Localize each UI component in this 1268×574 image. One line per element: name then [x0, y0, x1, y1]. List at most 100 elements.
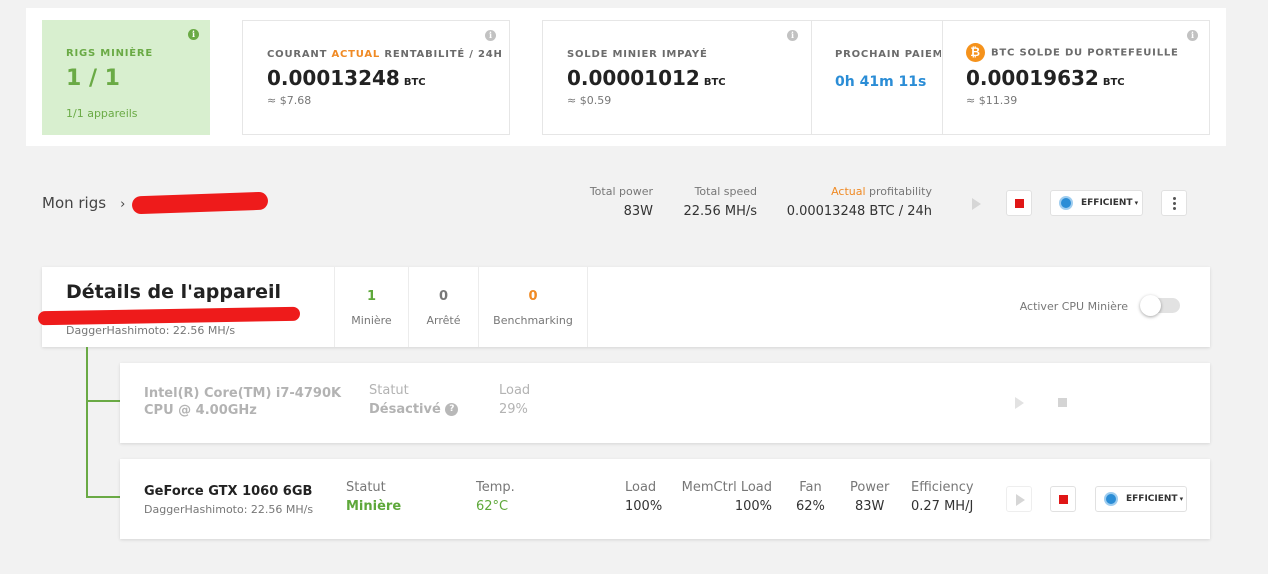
gpu-mode-select[interactable]: EFFICIENT ▾	[1095, 486, 1187, 512]
gpu-device-row: GeForce GTX 1060 6GB DaggerHashimoto: 22…	[120, 459, 1210, 539]
fan-label: Fan	[799, 480, 822, 495]
mining-label: Minière	[351, 314, 392, 327]
cpu-status: Statut Désactivé ?	[369, 383, 459, 417]
info-icon[interactable]: i	[1187, 30, 1198, 41]
status-value: Minière	[346, 499, 402, 514]
breadcrumb-my-rigs[interactable]: Mon rigs	[42, 194, 106, 212]
play-icon	[1016, 494, 1025, 506]
rigs-devices: 1/1 appareils	[66, 107, 138, 120]
device-name: Intel(R) Core(TM) i7-4790K CPU @ 4.00GHz	[144, 385, 341, 419]
memctrl-label: MemCtrl Load	[681, 480, 772, 495]
efficiency-value: 0.27 MH/J	[911, 499, 974, 514]
chevron-down-icon: ▾	[1179, 495, 1184, 503]
efficient-mode-icon	[1104, 492, 1118, 506]
wallet-value: 0.00019632	[966, 66, 1099, 90]
rig-start-button[interactable]	[962, 190, 988, 216]
wallet-usd: ≈ $11.39	[966, 94, 1018, 107]
temp-label: Temp.	[476, 480, 515, 495]
label-part: profitability	[865, 185, 932, 198]
rig-profitability: Actual profitability 0.00013248 BTC / 24…	[780, 185, 932, 219]
label-part: COURANT	[267, 49, 332, 60]
gpu-efficiency: Efficiency 0.27 MH/J	[911, 480, 974, 514]
label-actual: ACTUAL	[331, 49, 381, 60]
stats-bar: RIGS MINIÈRE 1 / 1 1/1 appareils i COURA…	[26, 8, 1226, 146]
play-icon	[1015, 397, 1024, 409]
total-power-value: 83W	[623, 204, 653, 219]
divider	[942, 21, 943, 134]
next-payout-label: PROCHAIN PAIEMENT	[835, 49, 941, 60]
wallet-label: BTC SOLDE DU PORTEFEUILLE	[991, 47, 1179, 59]
gpu-temp: Temp. 62°C	[476, 480, 515, 514]
page-title: Détails de l'appareil	[66, 281, 282, 303]
mining-count: 1	[366, 289, 377, 304]
stopped-count-col: 0 Arrêté	[408, 267, 478, 347]
cpu-device-row: Intel(R) Core(TM) i7-4790K CPU @ 4.00GHz …	[120, 363, 1210, 443]
stopped-count: 0	[438, 289, 449, 304]
label-actual: Actual	[831, 185, 866, 198]
load-label: Load	[499, 383, 531, 398]
profitability-value: 0.00013248	[267, 66, 400, 90]
tree-connector	[86, 400, 120, 402]
rig-mode-select[interactable]: EFFICIENT ▾	[1050, 190, 1143, 216]
gpu-power: Power 83W	[850, 480, 889, 514]
chevron-right-icon: ›	[120, 197, 126, 212]
total-speed-value: 22.56 MH/s	[683, 204, 758, 219]
divider	[811, 21, 812, 134]
cpu-stop-button[interactable]	[1050, 390, 1076, 416]
rig-stop-button[interactable]	[1006, 190, 1032, 216]
info-icon[interactable]: i	[787, 30, 798, 41]
breadcrumb: Mon rigs ›	[42, 194, 125, 212]
more-vertical-icon	[1173, 197, 1176, 200]
memctrl-value: 100%	[734, 499, 772, 514]
stop-icon	[1059, 495, 1068, 504]
cpu-mining-toggle[interactable]	[1140, 295, 1180, 316]
power-value: 83W	[854, 499, 885, 514]
status-label: Statut	[346, 480, 386, 495]
mode-label: EFFICIENT	[1126, 494, 1178, 504]
mode-label: EFFICIENT	[1081, 198, 1133, 208]
unit-label: BTC	[1102, 77, 1125, 88]
profitability-card: COURANT ACTUAL RENTABILITÉ / 24H 0.00013…	[242, 20, 510, 135]
tree-connector	[86, 496, 120, 498]
info-icon[interactable]: i	[188, 29, 199, 40]
gpu-stop-button[interactable]	[1050, 486, 1076, 512]
gpu-start-button[interactable]	[1006, 486, 1032, 512]
profitability-usd: ≈ $7.68	[267, 94, 312, 107]
device-name-line: CPU @ 4.00GHz	[144, 403, 257, 418]
wallet-balance: ₿ BTC SOLDE DU PORTEFEUILLE 0.00019632 BTC…	[966, 43, 1179, 107]
stop-icon	[1015, 199, 1024, 208]
total-power: Total power 83W	[570, 185, 653, 219]
status-label: Statut	[369, 383, 409, 398]
cpu-start-button[interactable]	[1006, 390, 1032, 416]
temp-value: 62°C	[476, 499, 509, 514]
toggle-knob	[1140, 295, 1161, 316]
unpaid-label: SOLDE MINIER IMPAYÉ	[567, 49, 708, 60]
benchmark-label: Benchmarking	[493, 314, 573, 327]
mining-count-col: 1 Minière	[334, 267, 408, 347]
load-label: Load	[625, 480, 657, 495]
rig-more-button[interactable]	[1161, 190, 1187, 216]
gpu-status: Statut Minière	[346, 480, 401, 514]
efficient-mode-icon	[1059, 196, 1073, 210]
profitability-label: COURANT ACTUAL RENTABILITÉ / 24H	[267, 49, 503, 60]
device-name: GeForce GTX 1060 6GB	[144, 484, 313, 499]
unpaid-usd: ≈ $0.59	[567, 94, 612, 107]
info-icon[interactable]: i	[485, 30, 496, 41]
question-icon[interactable]: ?	[445, 403, 459, 416]
status-value: Désactivé	[369, 402, 441, 417]
rigs-label: RIGS MINIÈRE	[66, 48, 154, 59]
device-details-card: Détails de l'appareil DaggerHashimoto: 2…	[42, 267, 1210, 347]
benchmark-count: 0	[528, 289, 538, 304]
chevron-down-icon: ▾	[1134, 199, 1139, 207]
device-name-line: Intel(R) Core(TM) i7-4790K	[144, 386, 342, 401]
rigs-stat-card: RIGS MINIÈRE 1 / 1 1/1 appareils i	[42, 20, 210, 135]
unit-label: BTC	[703, 77, 726, 88]
next-payout: PROCHAIN PAIEMENT 0h 41m 11s	[835, 49, 941, 90]
stopped-label: Arrêté	[426, 314, 461, 327]
load-value: 29%	[499, 402, 528, 417]
algo-speed: DaggerHashimoto: 22.56 MH/s	[66, 324, 236, 337]
cpu-load: Load 29%	[499, 383, 530, 417]
tree-connector	[86, 347, 88, 498]
total-speed: Total speed 22.56 MH/s	[670, 185, 758, 219]
unpaid-value: 0.00001012	[567, 66, 700, 90]
